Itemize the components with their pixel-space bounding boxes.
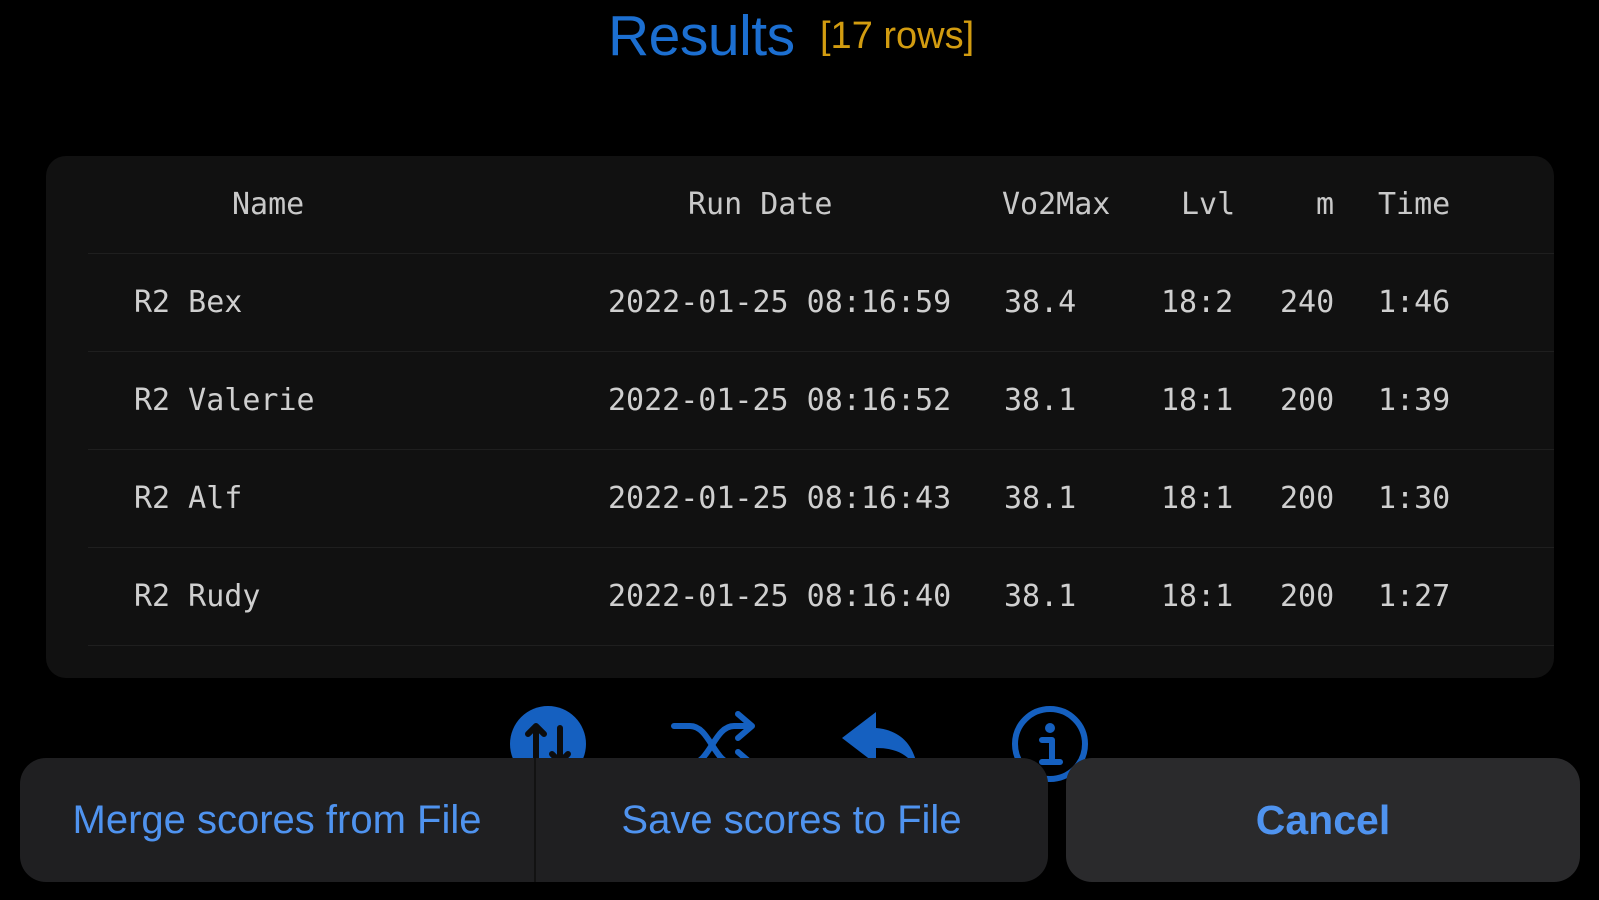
cell-name: R2 Bex: [134, 285, 243, 320]
cell-name: R2 Alf: [134, 481, 243, 516]
cell-vo2max: 38.1: [1004, 481, 1077, 516]
cell-lvl: 18:1: [1161, 579, 1234, 614]
cell-vo2max: 38.1: [1004, 579, 1077, 614]
cell-m: 240: [1280, 285, 1335, 320]
save-scores-button[interactable]: Save scores to File: [535, 758, 1048, 882]
cancel-button[interactable]: Cancel: [1066, 758, 1580, 882]
table-row[interactable]: R2 Rudy 2022-01-25 08:16:40 38.1 18:1 20…: [88, 548, 1554, 646]
cell-lvl: 18:1: [1161, 383, 1234, 418]
column-header-vo2max[interactable]: Vo2Max: [1002, 156, 1110, 253]
cell-time: 1:46: [1378, 285, 1451, 320]
cell-run-date: 2022-01-25 08:16:40: [608, 579, 952, 614]
table-row[interactable]: R2 Alf 2022-01-25 08:16:43 38.1 18:1 200…: [88, 450, 1554, 548]
cell-time: 1:27: [1378, 579, 1451, 614]
results-table: Name Run Date Vo2Max Lvl m Time R2 Bex 2…: [46, 156, 1554, 646]
cell-time: 1:39: [1378, 383, 1451, 418]
cell-m: 200: [1280, 383, 1335, 418]
cell-lvl: 18:1: [1161, 481, 1234, 516]
cell-vo2max: 38.1: [1004, 383, 1077, 418]
results-table-panel[interactable]: Name Run Date Vo2Max Lvl m Time R2 Bex 2…: [46, 156, 1554, 678]
cell-vo2max: 38.4: [1004, 285, 1077, 320]
column-header-time[interactable]: Time: [1378, 156, 1450, 253]
cell-run-date: 2022-01-25 08:16:43: [608, 481, 952, 516]
cell-lvl: 18:2: [1161, 285, 1234, 320]
table-row[interactable]: R2 Valerie 2022-01-25 08:16:52 38.1 18:1…: [88, 352, 1554, 450]
table-header-row: Name Run Date Vo2Max Lvl m Time: [88, 156, 1554, 254]
merge-scores-button[interactable]: Merge scores from File: [20, 758, 534, 882]
cell-name: R2 Rudy: [134, 579, 261, 614]
row-count-badge: [17 rows]: [820, 15, 975, 57]
column-header-name[interactable]: Name: [232, 156, 304, 253]
page-title: Results: [608, 4, 795, 68]
cell-name: R2 Valerie: [134, 383, 315, 418]
cell-run-date: 2022-01-25 08:16:52: [608, 383, 952, 418]
column-header-lvl[interactable]: Lvl: [1181, 156, 1235, 253]
action-sheet: Merge scores from File Save scores to Fi…: [20, 758, 1048, 882]
cell-run-date: 2022-01-25 08:16:59: [608, 285, 952, 320]
table-row[interactable]: R2 Bex 2022-01-25 08:16:59 38.4 18:2 240…: [88, 254, 1554, 352]
column-header-run-date[interactable]: Run Date: [688, 156, 833, 253]
column-header-m[interactable]: m: [1316, 156, 1334, 253]
results-header: Results [17 rows]: [0, 0, 1599, 80]
cell-m: 200: [1280, 481, 1335, 516]
cell-m: 200: [1280, 579, 1335, 614]
cell-time: 1:30: [1378, 481, 1451, 516]
